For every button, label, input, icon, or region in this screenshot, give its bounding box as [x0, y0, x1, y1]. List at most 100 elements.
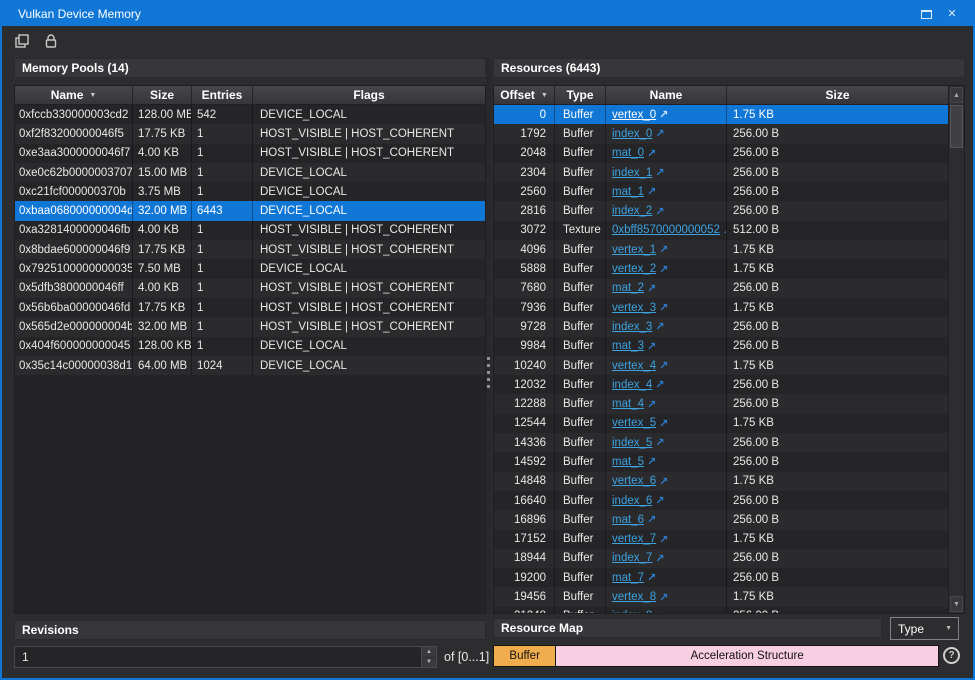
resource-name-link[interactable]: vertex_0: [612, 109, 656, 121]
resource-name-link[interactable]: mat_0: [612, 147, 644, 159]
goto-resource-icon[interactable]: ↗: [647, 513, 656, 526]
float-window-button[interactable]: [913, 4, 939, 24]
resource-name-link[interactable]: mat_3: [612, 340, 644, 352]
memory-pool-row[interactable]: 0xa3281400000046fb 4.00 KB 1 HOST_VISIBL…: [15, 221, 485, 240]
resource-row[interactable]: 7680 Buffer mat_2 ↗ 256.00 B: [494, 279, 964, 298]
resource-row[interactable]: 2560 Buffer mat_1 ↗ 256.00 B: [494, 182, 964, 201]
column-header-flags[interactable]: Flags: [253, 86, 485, 105]
column-header-entries[interactable]: Entries: [192, 86, 253, 105]
resource-name-link[interactable]: vertex_1: [612, 244, 656, 256]
resource-name-link[interactable]: vertex_6: [612, 475, 656, 487]
resource-row[interactable]: 4096 Buffer vertex_1 ↗ 1.75 KB: [494, 240, 964, 259]
goto-resource-icon[interactable]: ↗: [647, 455, 656, 468]
memory-pool-row[interactable]: 0x35c14c00000038d1 64.00 MB 1024 DEVICE_…: [15, 356, 485, 375]
resource-row[interactable]: 10240 Buffer vertex_4 ↗ 1.75 KB: [494, 356, 964, 375]
revision-value[interactable]: 1: [15, 650, 421, 664]
resource-name-link[interactable]: vertex_7: [612, 533, 656, 545]
resource-map-segment[interactable]: Buffer: [493, 645, 556, 667]
resource-row[interactable]: 2816 Buffer index_2 ↗ 256.00 B: [494, 201, 964, 220]
column-header-resource-name[interactable]: Name: [606, 86, 727, 105]
goto-resource-icon[interactable]: ↗: [659, 108, 668, 121]
memory-pool-row[interactable]: 0x56b6ba00000046fd 17.75 KB 1 HOST_VISIB…: [15, 298, 485, 317]
goto-resource-icon[interactable]: ↗: [659, 243, 668, 256]
memory-pool-row[interactable]: 0x565d2e000000004b 32.00 MB 1 HOST_VISIB…: [15, 317, 485, 336]
goto-resource-icon[interactable]: ↗: [655, 127, 664, 140]
memory-pool-row[interactable]: 0x8bdae600000046f9 17.75 KB 1 HOST_VISIB…: [15, 240, 485, 259]
resource-row[interactable]: 3072 Texture 0xbff8570000000052 ↗ 512.00…: [494, 221, 964, 240]
resource-row[interactable]: 0 Buffer vertex_0 ↗ 1.75 KB: [494, 105, 964, 124]
goto-resource-icon[interactable]: ↗: [659, 359, 668, 372]
resource-name-link[interactable]: mat_5: [612, 456, 644, 468]
resource-name-link[interactable]: index_7: [612, 552, 652, 564]
resource-name-link[interactable]: index_8: [612, 610, 652, 614]
resource-row[interactable]: 17152 Buffer vertex_7 ↗ 1.75 KB: [494, 530, 964, 549]
goto-resource-icon[interactable]: ↗: [655, 436, 664, 449]
resource-name-link[interactable]: index_3: [612, 321, 652, 333]
resource-row[interactable]: 14336 Buffer index_5 ↗ 256.00 B: [494, 433, 964, 452]
goto-resource-icon[interactable]: ↗: [655, 320, 664, 333]
resource-name-link[interactable]: 0xbff8570000000052: [612, 224, 720, 236]
goto-resource-icon[interactable]: ↗: [655, 610, 664, 614]
resource-name-link[interactable]: mat_1: [612, 186, 644, 198]
resource-row[interactable]: 9984 Buffer mat_3 ↗ 256.00 B: [494, 337, 964, 356]
resource-map-segment[interactable]: Acceleration Structure: [556, 645, 939, 667]
goto-resource-icon[interactable]: ↗: [655, 378, 664, 391]
resource-row[interactable]: 14592 Buffer mat_5 ↗ 256.00 B: [494, 452, 964, 471]
resource-row[interactable]: 16640 Buffer index_6 ↗ 256.00 B: [494, 491, 964, 510]
resources-scrollbar[interactable]: ▲ ▼: [948, 86, 964, 613]
goto-resource-icon[interactable]: ↗: [659, 533, 668, 546]
goto-resource-icon[interactable]: ↗: [659, 263, 668, 276]
lock-button[interactable]: [40, 30, 62, 52]
goto-resource-icon[interactable]: ↗: [647, 340, 656, 353]
revision-spinbox[interactable]: 1 ▲ ▼: [14, 646, 437, 668]
goto-resource-icon[interactable]: ↗: [655, 205, 664, 218]
resource-row[interactable]: 19456 Buffer vertex_8 ↗ 1.75 KB: [494, 587, 964, 606]
resource-name-link[interactable]: index_1: [612, 167, 652, 179]
scrollbar-thumb[interactable]: [950, 105, 963, 148]
resource-row[interactable]: 5888 Buffer vertex_2 ↗ 1.75 KB: [494, 259, 964, 278]
goto-resource-icon[interactable]: ↗: [659, 417, 668, 430]
column-header-resource-size[interactable]: Size: [727, 86, 949, 105]
spin-up-button[interactable]: ▲: [422, 647, 436, 658]
close-window-button[interactable]: ✕: [939, 4, 965, 24]
spin-down-button[interactable]: ▼: [422, 658, 436, 668]
resource-name-link[interactable]: mat_2: [612, 282, 644, 294]
resource-row[interactable]: 2048 Buffer mat_0 ↗ 256.00 B: [494, 144, 964, 163]
goto-resource-icon[interactable]: ↗: [647, 282, 656, 295]
resource-row[interactable]: 12544 Buffer vertex_5 ↗ 1.75 KB: [494, 414, 964, 433]
memory-pool-row[interactable]: 0xfccb330000003cd2 128.00 MB 542 DEVICE_…: [15, 105, 485, 124]
resource-row[interactable]: 14848 Buffer vertex_6 ↗ 1.75 KB: [494, 472, 964, 491]
resource-row[interactable]: 9728 Buffer index_3 ↗ 256.00 B: [494, 317, 964, 336]
resource-name-link[interactable]: vertex_5: [612, 417, 656, 429]
resource-name-link[interactable]: vertex_2: [612, 263, 656, 275]
resource-row[interactable]: 16896 Buffer mat_6 ↗ 256.00 B: [494, 510, 964, 529]
memory-pool-row[interactable]: 0xbaa068000000004d 32.00 MB 6443 DEVICE_…: [15, 201, 485, 220]
column-header-name[interactable]: Name▼: [15, 86, 133, 105]
memory-pool-row[interactable]: 0x5dfb3800000046ff 4.00 KB 1 HOST_VISIBL…: [15, 279, 485, 298]
memory-pool-row[interactable]: 0x7925100000000035 7.50 MB 1 DEVICE_LOCA…: [15, 259, 485, 278]
resource-name-link[interactable]: vertex_3: [612, 302, 656, 314]
memory-pool-row[interactable]: 0xf2f83200000046f5 17.75 KB 1 HOST_VISIB…: [15, 124, 485, 143]
resource-row[interactable]: 21248 Buffer index_8 ↗ 256.00 B: [494, 607, 964, 614]
resource-row[interactable]: 2304 Buffer index_1 ↗ 256.00 B: [494, 163, 964, 182]
goto-resource-icon[interactable]: ↗: [647, 398, 656, 411]
resource-name-link[interactable]: index_4: [612, 379, 652, 391]
resource-name-link[interactable]: vertex_4: [612, 360, 656, 372]
goto-resource-icon[interactable]: ↗: [655, 166, 664, 179]
memory-pool-row[interactable]: 0x404f600000000045 128.00 KB 1 DEVICE_LO…: [15, 337, 485, 356]
panel-splitter[interactable]: [486, 58, 491, 614]
resource-row[interactable]: 18944 Buffer index_7 ↗ 256.00 B: [494, 549, 964, 568]
help-button[interactable]: ?: [943, 647, 960, 664]
resource-name-link[interactable]: mat_7: [612, 572, 644, 584]
memory-pool-row[interactable]: 0xe3aa3000000046f7 4.00 KB 1 HOST_VISIBL…: [15, 144, 485, 163]
goto-resource-icon[interactable]: ↗: [647, 147, 656, 160]
goto-resource-icon[interactable]: ↗: [647, 185, 656, 198]
duplicate-panel-button[interactable]: [11, 30, 33, 52]
resource-row[interactable]: 7936 Buffer vertex_3 ↗ 1.75 KB: [494, 298, 964, 317]
goto-resource-icon[interactable]: ↗: [655, 494, 664, 507]
column-header-size[interactable]: Size: [133, 86, 192, 105]
column-header-type[interactable]: Type: [555, 86, 606, 105]
column-header-offset[interactable]: Offset▼: [494, 86, 555, 105]
resource-name-link[interactable]: mat_6: [612, 514, 644, 526]
resource-name-link[interactable]: mat_4: [612, 398, 644, 410]
